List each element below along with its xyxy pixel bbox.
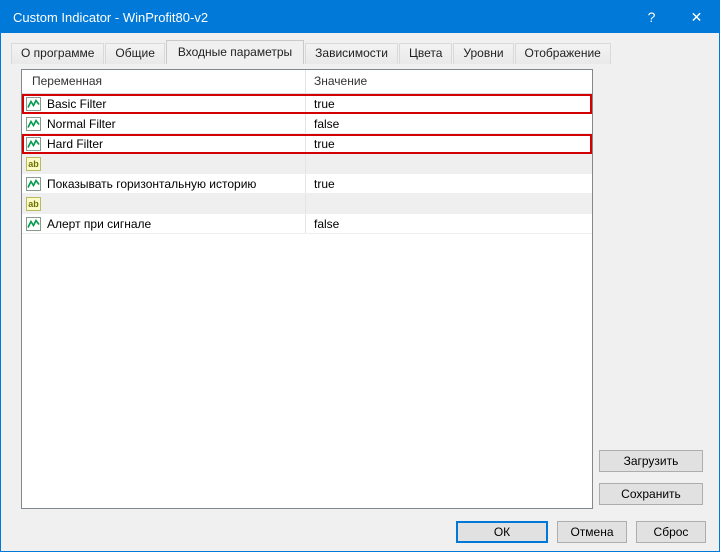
- param-value-cell[interactable]: true: [306, 174, 592, 193]
- chart-icon: [26, 97, 41, 111]
- table-row[interactable]: Basic Filter true: [22, 94, 592, 114]
- ab-icon: ab: [26, 197, 41, 211]
- param-name: Алерт при сигнале: [47, 215, 151, 233]
- param-name-cell[interactable]: ab: [22, 194, 306, 213]
- column-header-name: Переменная: [22, 70, 306, 93]
- table-row[interactable]: Hard Filter true: [22, 134, 592, 154]
- chart-icon: [26, 137, 41, 151]
- tab-common[interactable]: Общие: [105, 43, 164, 64]
- tab-about[interactable]: О программе: [11, 43, 104, 64]
- param-name-cell[interactable]: Показывать горизонтальную историю: [22, 174, 306, 193]
- table-header: Переменная Значение: [22, 70, 592, 94]
- param-name: Показывать горизонтальную историю: [47, 175, 256, 193]
- param-name-cell[interactable]: Basic Filter: [22, 94, 306, 113]
- param-table: Переменная Значение Basic Filter true Norm…: [21, 69, 593, 509]
- param-name-cell[interactable]: Hard Filter: [22, 134, 306, 153]
- dialog-window: Custom Indicator - WinProfit80-v2 ? ✕ О …: [0, 0, 720, 552]
- column-header-value: Значение: [306, 70, 592, 93]
- table-row[interactable]: Показывать горизонтальную историю true: [22, 174, 592, 194]
- ab-icon: ab: [26, 157, 41, 171]
- param-value-cell[interactable]: true: [306, 94, 592, 113]
- param-value-cell[interactable]: false: [306, 214, 592, 233]
- window-title: Custom Indicator - WinProfit80-v2: [1, 10, 629, 25]
- load-button[interactable]: Загрузить: [599, 450, 703, 472]
- chart-icon: [26, 117, 41, 131]
- tab-colors[interactable]: Цвета: [399, 43, 452, 64]
- tab-dependencies[interactable]: Зависимости: [305, 43, 398, 64]
- save-button[interactable]: Сохранить: [599, 483, 703, 505]
- table-row[interactable]: Normal Filter false: [22, 114, 592, 134]
- param-name-cell[interactable]: Алерт при сигнале: [22, 214, 306, 233]
- param-name-cell[interactable]: ab: [22, 154, 306, 173]
- bottom-buttons: ОК Отмена Сброс: [456, 521, 706, 543]
- param-value-cell[interactable]: [306, 194, 592, 213]
- titlebar: Custom Indicator - WinProfit80-v2 ? ✕: [1, 1, 719, 33]
- param-value: true: [314, 97, 335, 111]
- param-value: false: [314, 117, 339, 131]
- table-row[interactable]: ab: [22, 194, 592, 214]
- reset-button[interactable]: Сброс: [636, 521, 706, 543]
- tab-levels[interactable]: Уровни: [453, 43, 513, 64]
- chart-icon: [26, 217, 41, 231]
- param-value: true: [314, 177, 335, 191]
- chart-icon: [26, 177, 41, 191]
- tab-visualization[interactable]: Отображение: [515, 43, 611, 64]
- ok-button[interactable]: ОК: [456, 521, 548, 543]
- param-value-cell[interactable]: true: [306, 134, 592, 153]
- tab-inputs[interactable]: Входные параметры: [166, 40, 304, 64]
- param-name-cell[interactable]: Normal Filter: [22, 114, 306, 133]
- param-value-cell[interactable]: [306, 154, 592, 173]
- param-name: Hard Filter: [47, 135, 103, 153]
- param-rows: Basic Filter true Normal Filter false Hard F…: [22, 94, 592, 234]
- side-buttons: Загрузить Сохранить: [599, 450, 703, 505]
- param-value: false: [314, 217, 339, 231]
- tab-bar: О программеОбщиеВходные параметрыЗависим…: [11, 40, 709, 64]
- table-row[interactable]: ab: [22, 154, 592, 174]
- param-name: Normal Filter: [47, 115, 116, 133]
- param-value-cell[interactable]: false: [306, 114, 592, 133]
- param-value: true: [314, 137, 335, 151]
- help-button[interactable]: ?: [629, 1, 674, 33]
- param-name: Basic Filter: [47, 95, 106, 113]
- cancel-button[interactable]: Отмена: [557, 521, 627, 543]
- close-button[interactable]: ✕: [674, 1, 719, 33]
- table-row[interactable]: Алерт при сигнале false: [22, 214, 592, 234]
